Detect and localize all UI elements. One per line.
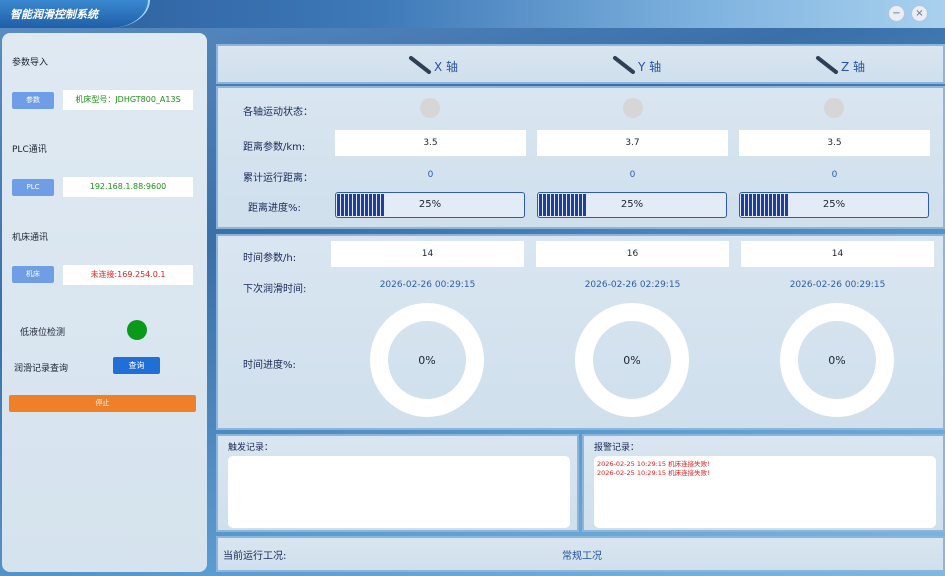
x-progress-text: 25% <box>418 199 442 210</box>
z-distance-param[interactable]: 3.5 <box>739 130 930 156</box>
machine-status-field: 未连接:169.254.0.1 <box>63 265 193 285</box>
y-next-lube-time: 2026-02-26 02:29:15 <box>584 280 681 290</box>
y-cumulative-distance: 0 <box>629 170 636 180</box>
app-title: 智能润滑控制系统 <box>10 8 98 21</box>
z-axis-icon <box>816 56 838 74</box>
axis-title-x: X 轴 <box>434 60 459 74</box>
z-time-progress-text: 0% <box>828 354 846 367</box>
query-button[interactable]: 查询 <box>113 357 160 374</box>
axis-title-z: Z 轴 <box>841 60 866 74</box>
distance-progress-label: 距离进度%: <box>248 203 301 214</box>
motion-status-label: 各轴运动状态： <box>243 107 313 118</box>
y-time-progress-text: 0% <box>623 354 641 367</box>
y-distance-param[interactable]: 3.7 <box>537 130 728 156</box>
alarm-log-panel: 报警记录： 2026-02-25 10:29:15 机床连接失败! 2026-02… <box>582 434 945 532</box>
distance-panel: 各轴运动状态： 距离参数/km: 累计运行距离： 距离进度%: 3.5 3.7 … <box>216 86 945 229</box>
z-motion-status <box>824 98 844 118</box>
y-motion-status <box>623 98 643 118</box>
trigger-log-box[interactable] <box>228 456 570 528</box>
x-distance-progress: 25% <box>335 192 525 218</box>
x-time-param[interactable]: 14 <box>331 241 524 267</box>
y-distance-progress: 25% <box>537 192 727 218</box>
left-panel: 参数导入 参数 机床型号：JDHGT800_A13S PLC通讯 PLC 192… <box>2 33 207 572</box>
x-distance-param[interactable]: 3.5 <box>335 130 526 156</box>
alarm-log-entry: 2026-02-25 10:29:15 机床连接失败! <box>597 469 710 477</box>
z-cumulative-distance: 0 <box>831 170 838 180</box>
axis-title-y: Y 轴 <box>638 60 662 74</box>
machine-model-field: 机床型号：JDHGT800_A13S <box>63 90 193 110</box>
time-panel: 时间参数/h: 下次润滑时间: 时间进度%: 14 16 14 2026-02-… <box>216 234 945 430</box>
param-import-label: 参数导入 <box>12 58 49 68</box>
low-level-indicator <box>127 320 147 340</box>
time-param-label: 时间参数/h: <box>243 253 297 264</box>
machine-comm-label: 机床通讯 <box>12 233 49 243</box>
x-motion-status <box>420 98 440 118</box>
param-button[interactable]: 参数 <box>12 92 54 109</box>
x-next-lube-time: 2026-02-26 00:29:15 <box>379 280 476 290</box>
cumulative-distance-label: 累计运行距离： <box>243 173 313 184</box>
low-level-label: 低液位检测 <box>20 328 66 338</box>
next-lube-label: 下次润滑时间: <box>243 284 307 295</box>
plc-address-field: 192.168.1.88:9600 <box>63 177 193 197</box>
trigger-log-panel: 触发记录： <box>216 434 579 532</box>
y-time-param[interactable]: 16 <box>536 241 729 267</box>
plc-comm-label: PLC通讯 <box>12 145 47 155</box>
x-cumulative-distance: 0 <box>427 170 434 180</box>
z-time-param[interactable]: 14 <box>741 241 934 267</box>
time-progress-label: 时间进度%: <box>243 360 296 371</box>
z-progress-text: 25% <box>822 199 846 210</box>
machine-button[interactable]: 机床 <box>12 266 54 283</box>
distance-param-label: 距离参数/km: <box>243 142 306 153</box>
alarm-log-label: 报警记录： <box>594 443 640 453</box>
axis-header-panel: X 轴 Y 轴 Z 轴 <box>216 44 945 84</box>
log-query-label: 润滑记录查询 <box>14 364 69 374</box>
plc-button[interactable]: PLC <box>12 179 54 196</box>
y-axis-icon <box>613 56 635 74</box>
status-value: 常规工况 <box>562 551 602 562</box>
alarm-log-entry: 2026-02-25 10:29:15 机床连接失败! <box>597 460 710 468</box>
x-axis-icon <box>409 56 431 74</box>
alarm-log-box[interactable]: 2026-02-25 10:29:15 机床连接失败! 2026-02-25 10… <box>594 456 936 528</box>
z-next-lube-time: 2026-02-26 00:29:15 <box>789 280 886 290</box>
y-progress-text: 25% <box>620 199 644 210</box>
title-bar: 智能润滑控制系统 − × <box>0 0 945 28</box>
status-label: 当前运行工况: <box>223 551 287 562</box>
x-time-progress-text: 0% <box>418 354 436 367</box>
status-bar: 当前运行工况: 常规工况 <box>216 536 945 572</box>
trigger-log-label: 触发记录： <box>228 443 274 453</box>
z-distance-progress: 25% <box>739 192 929 218</box>
close-button[interactable]: × <box>911 5 928 22</box>
minimize-button[interactable]: − <box>888 5 905 22</box>
stop-button[interactable]: 停止 <box>9 395 196 412</box>
